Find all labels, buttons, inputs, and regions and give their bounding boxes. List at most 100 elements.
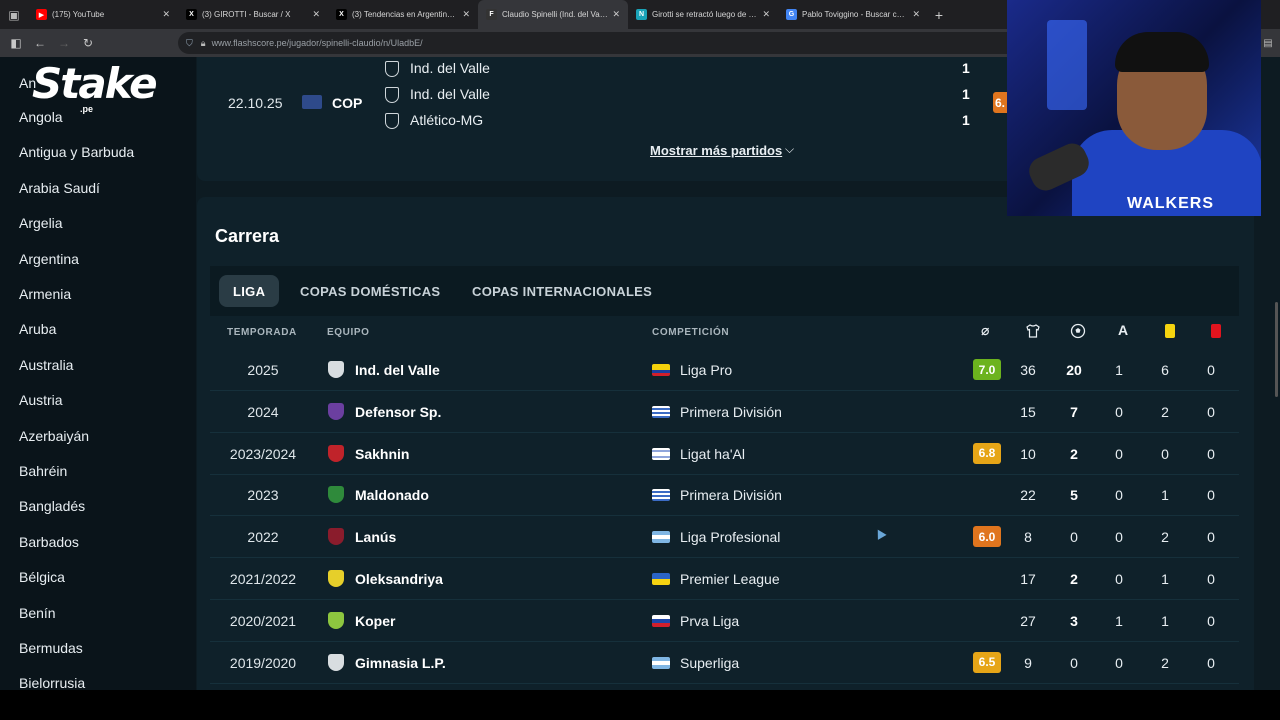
show-more-matches-link[interactable]: Mostrar más partidos (650, 143, 782, 158)
career-table-row[interactable]: 2023/2024 Sakhnin Ligat ha'Al 6.8 10 2 0 0 0 (210, 433, 1239, 475)
row-competition[interactable]: Primera División (680, 487, 782, 503)
row-stat-goals: 5 (1070, 487, 1078, 504)
sidebar-item-country[interactable]: Argentina (19, 251, 79, 267)
match-team-name[interactable]: Ind. del Valle (410, 86, 490, 102)
row-team-name[interactable]: Sakhnin (355, 446, 409, 462)
row-competition[interactable]: Liga Pro (680, 362, 732, 378)
match-score: 1 (962, 112, 970, 128)
sidebar-item-country[interactable]: Aruba (19, 321, 56, 337)
country-flag-icon (652, 405, 670, 418)
row-team-name[interactable]: Koper (355, 613, 395, 629)
sidebar-item-country[interactable]: Austria (19, 392, 63, 408)
streamer-hair (1115, 32, 1209, 72)
back-icon[interactable]: ← (28, 29, 52, 57)
row-team-name[interactable]: Maldonado (355, 487, 429, 503)
career-table-row[interactable]: 2023 Maldonado Primera División 22 5 0 1 0 (210, 474, 1239, 517)
stake-logo-sub: .pe (80, 104, 94, 114)
match-competition: COP (332, 95, 363, 111)
career-table-row[interactable]: 2021/2022 Oleksandriya Premier League 17 2 0 1… (210, 558, 1239, 600)
sidebar-item-country[interactable]: Antigua y Barbuda (19, 144, 134, 160)
row-team-name[interactable]: Ind. del Valle (355, 362, 440, 378)
close-tab-icon[interactable]: ✕ (612, 9, 620, 20)
row-team-name[interactable]: Gimnasia L.P. (355, 655, 446, 671)
country-flag-icon (652, 531, 670, 544)
sidebar-item-country[interactable]: Australia (19, 357, 73, 373)
tab-copas-internacionales[interactable]: COPAS INTERNACIONALES (458, 275, 666, 307)
close-tab-icon[interactable]: ✕ (162, 9, 170, 20)
stake-logo-text: Stake (32, 59, 158, 108)
row-season: 2023/2024 (229, 445, 297, 462)
close-tab-icon[interactable]: ✕ (312, 9, 320, 20)
forward-icon[interactable]: → (52, 29, 76, 57)
close-tab-icon[interactable]: ✕ (462, 9, 470, 20)
sidebar-item-country[interactable]: Bélgica (19, 569, 65, 585)
row-team-name[interactable]: Defensor Sp. (355, 404, 441, 420)
row-competition[interactable]: Liga Profesional (680, 529, 780, 545)
close-tab-icon[interactable]: ✕ (912, 9, 920, 20)
row-team-name[interactable]: Lanús (355, 529, 396, 545)
row-competition[interactable]: Premier League (680, 571, 780, 587)
sidebar-item-country[interactable]: Barbados (19, 534, 79, 550)
tab-search-icon[interactable]: ▣ (0, 0, 28, 29)
row-competition[interactable]: Primera División (680, 404, 782, 420)
browser-tab[interactable]: X (3) GIROTTI - Buscar / X ✕ (178, 0, 328, 29)
sidebar-item-country[interactable]: Bangladés (19, 498, 85, 514)
close-tab-icon[interactable]: ✕ (762, 9, 770, 20)
row-stat-apps: 9 (1024, 654, 1032, 671)
sidebar-item-country[interactable]: Azerbaiyán (19, 428, 89, 444)
team-crest-icon (328, 611, 344, 629)
rating-badge: 7.0 (973, 359, 1001, 380)
header-team: EQUIPO (327, 327, 370, 338)
row-competition[interactable]: Ligat ha'Al (680, 446, 745, 462)
row-stat-apps: 10 (1020, 445, 1036, 462)
reload-icon[interactable]: ↻ (76, 29, 100, 57)
row-season: 2019/2020 (229, 654, 297, 671)
row-stat-apps: 8 (1024, 529, 1032, 546)
sidebar-toggle-icon[interactable]: ◧ (4, 29, 28, 57)
tab-copas-domesticas[interactable]: COPAS DOMÉSTICAS (286, 275, 454, 307)
row-stat-yellow: 1 (1161, 571, 1169, 587)
row-competition[interactable]: Superliga (680, 655, 739, 671)
row-stat-apps: 15 (1020, 403, 1036, 420)
row-team-name[interactable]: Oleksandriya (355, 571, 443, 587)
row-stat-assists: 0 (1115, 529, 1123, 546)
sidebar-item-country[interactable]: Armenia (19, 286, 71, 302)
row-stat-red: 0 (1207, 529, 1215, 546)
career-table-row[interactable]: 2020/2021 Koper Prva Liga 27 3 1 1 0 (210, 600, 1239, 642)
new-tab-button[interactable]: + (928, 7, 950, 23)
browser-tab[interactable]: F Claudio Spinelli (Ind. del Valle) E ✕ (478, 0, 628, 29)
row-competition[interactable]: Prva Liga (680, 613, 739, 629)
page-scrollbar[interactable] (1275, 302, 1278, 397)
sidebar-item-country[interactable]: Arabia Saudí (19, 180, 100, 196)
chevron-down-icon[interactable]: ⌵ (785, 142, 794, 157)
row-stat-apps: 17 (1020, 571, 1036, 587)
webcam-overlay: WALKERS (1007, 0, 1261, 216)
career-table-row[interactable]: 2019/2020 Gimnasia L.P. Superliga 6.5 9 0 0 2 0 (210, 642, 1239, 684)
shirt-icon (1026, 324, 1040, 338)
row-stat-assists: 0 (1115, 487, 1123, 504)
browser-tab[interactable]: N Girotti se retractó luego de sus ✕ (628, 0, 778, 29)
match-team-name[interactable]: Ind. del Valle (410, 60, 490, 76)
career-tabs: LIGA COPAS DOMÉSTICAS COPAS INTERNACIONA… (210, 266, 1239, 316)
team-crest-icon (385, 113, 399, 129)
browser-tab[interactable]: ▶ (175) YouTube ✕ (28, 0, 178, 29)
career-table-row[interactable]: 2022 Lanús Liga Profesional 6.0 8 0 0 2 0 (210, 516, 1239, 559)
tab-liga[interactable]: LIGA (219, 275, 280, 307)
team-crest-icon (328, 444, 344, 462)
sidebar-item-country[interactable]: Bahréin (19, 463, 67, 479)
sidebar-item-country[interactable]: Bielorrusia (19, 675, 85, 690)
sidebar-item-country[interactable]: Benín (19, 605, 56, 621)
match-team-name[interactable]: Atlético-MG (410, 112, 483, 128)
tab-strip: ▶ (175) YouTube ✕ X (3) GIROTTI - Buscar / X… (28, 0, 928, 29)
browser-tab[interactable]: G Pablo Toviggino - Buscar con G ✕ (778, 0, 928, 29)
sidebar-item-country[interactable]: Bermudas (19, 640, 83, 656)
tab-label: Girotti se retractó luego de sus (652, 10, 759, 19)
sidebar-item-country[interactable]: Argelia (19, 215, 63, 231)
career-table-row[interactable]: 2025 Ind. del Valle Liga Pro 7.0 36 20 1 6 0 (210, 349, 1239, 391)
career-table-row[interactable]: 2024 Defensor Sp. Primera División 15 7 0 2 0 (210, 391, 1239, 433)
tab-label: Pablo Toviggino - Buscar con G (802, 10, 909, 19)
rating-badge: 6.8 (973, 442, 1001, 464)
row-stat-goals: 20 (1066, 362, 1082, 378)
row-stat-assists: 0 (1115, 654, 1123, 671)
browser-tab[interactable]: X (3) Tendencias en Argentina en ✕ (328, 0, 478, 29)
